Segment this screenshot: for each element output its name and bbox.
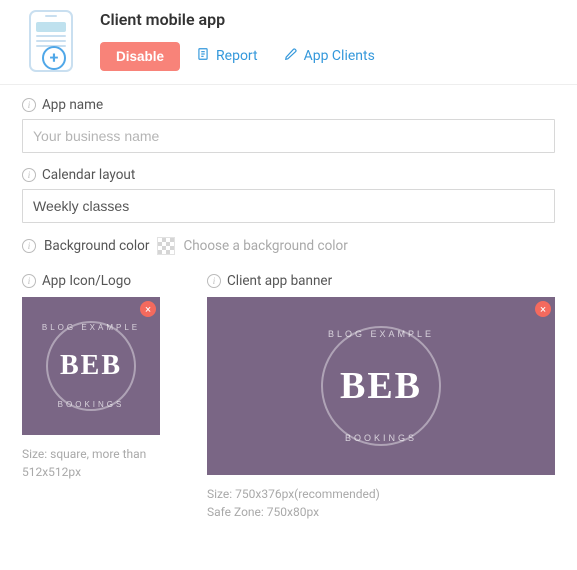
banner-brand-top: BLOG EXAMPLE [328, 329, 434, 339]
report-label: Report [216, 48, 258, 64]
app-banner-section: i Client app banner × BLOG EXAMPLE BEB B… [207, 273, 555, 521]
calendar-layout-select[interactable] [22, 189, 555, 223]
logo-brand-top: BLOG EXAMPLE [42, 323, 140, 332]
background-color-row: i Background color Choose a background c… [22, 237, 555, 255]
info-icon[interactable]: i [22, 98, 36, 112]
page-title: Client mobile app [100, 10, 385, 29]
app-logo-section: i App Icon/Logo × BLOG EXAMPLE BEB BOOKI… [22, 273, 177, 521]
app-logo-label: i App Icon/Logo [22, 273, 177, 289]
info-icon[interactable]: i [22, 239, 36, 253]
color-swatch[interactable] [157, 237, 175, 255]
document-icon [196, 47, 210, 65]
disable-button[interactable]: Disable [100, 42, 180, 71]
app-name-input[interactable] [22, 119, 555, 153]
info-icon[interactable]: i [22, 274, 36, 288]
app-name-label: i App name [22, 97, 555, 113]
app-clients-label: App Clients [304, 48, 375, 64]
app-banner-label: i Client app banner [207, 273, 555, 289]
banner-brand-bottom: BOOKINGS [345, 433, 417, 443]
background-color-label: Background color [44, 238, 149, 254]
plus-icon: + [42, 46, 66, 70]
delete-banner-button[interactable]: × [535, 301, 551, 317]
background-color-hint[interactable]: Choose a background color [183, 238, 347, 254]
page-header: + Client mobile app Disable Report App C… [0, 0, 577, 85]
pencil-icon [284, 47, 298, 65]
app-preview-icon: + [22, 10, 80, 72]
toolbar: Disable Report App Clients [100, 41, 385, 71]
calendar-layout-label: i Calendar layout [22, 167, 555, 183]
app-banner-image[interactable]: × BLOG EXAMPLE BEB BOOKINGS [207, 297, 555, 475]
report-button[interactable]: Report [186, 41, 268, 71]
info-icon[interactable]: i [22, 168, 36, 182]
app-clients-button[interactable]: App Clients [274, 41, 385, 71]
info-icon[interactable]: i [207, 274, 221, 288]
logo-size-hint: Size: square, more than 512x512px [22, 445, 177, 481]
logo-brand-bottom: BOOKINGS [58, 400, 125, 409]
banner-size-hint: Size: 750x376px(recommended) Safe Zone: … [207, 485, 555, 521]
content: i App name i Calendar layout i Backgroun… [0, 85, 577, 521]
app-logo-image[interactable]: × BLOG EXAMPLE BEB BOOKINGS [22, 297, 160, 435]
